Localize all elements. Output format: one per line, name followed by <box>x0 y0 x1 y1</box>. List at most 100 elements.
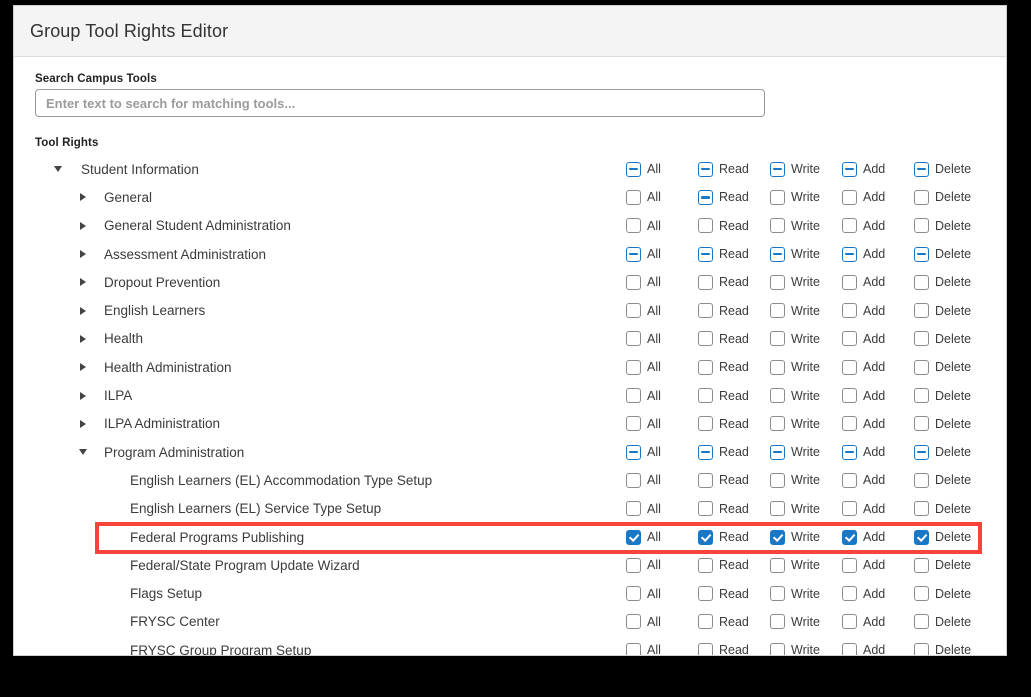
checkbox-write-unchecked[interactable] <box>770 359 785 375</box>
permission-all[interactable]: All <box>626 557 661 573</box>
permission-write[interactable]: Write <box>770 246 820 262</box>
permission-read[interactable]: Read <box>698 218 749 234</box>
permission-read[interactable]: Read <box>698 472 749 488</box>
permission-write[interactable]: Write <box>770 472 820 488</box>
checkbox-write-unchecked[interactable] <box>770 303 785 319</box>
permission-write[interactable]: Write <box>770 388 820 404</box>
checkbox-delete-unchecked[interactable] <box>914 472 929 488</box>
permission-delete[interactable]: Delete <box>914 416 971 432</box>
permission-all[interactable]: All <box>626 359 661 375</box>
permission-all[interactable]: All <box>626 614 661 630</box>
permission-write[interactable]: Write <box>770 614 820 630</box>
permission-read[interactable]: Read <box>698 416 749 432</box>
permission-delete[interactable]: Delete <box>914 331 971 347</box>
checkbox-read-indeterminate[interactable] <box>698 444 713 460</box>
checkbox-read-unchecked[interactable] <box>698 388 713 404</box>
permission-add[interactable]: Add <box>842 501 885 517</box>
caret-right-icon[interactable] <box>76 389 90 403</box>
permission-read[interactable]: Read <box>698 642 749 655</box>
checkbox-add-indeterminate[interactable] <box>842 161 857 177</box>
tool-rights-row[interactable]: Federal Programs Publishing All Read Write A… <box>22 523 1006 551</box>
caret-right-icon[interactable] <box>76 275 90 289</box>
checkbox-write-unchecked[interactable] <box>770 388 785 404</box>
permission-write[interactable]: Write <box>770 444 820 460</box>
caret-right-icon[interactable] <box>76 190 90 204</box>
checkbox-add-indeterminate[interactable] <box>842 444 857 460</box>
permission-add[interactable]: Add <box>842 303 885 319</box>
checkbox-add-unchecked[interactable] <box>842 642 857 655</box>
permission-all[interactable]: All <box>626 303 661 319</box>
tool-rights-row[interactable]: English Learners (EL) Service Type Setup… <box>22 495 1006 523</box>
permission-add[interactable]: Add <box>842 586 885 602</box>
checkbox-write-unchecked[interactable] <box>770 642 785 655</box>
checkbox-delete-indeterminate[interactable] <box>914 444 929 460</box>
checkbox-delete-unchecked[interactable] <box>914 501 929 517</box>
checkbox-all-unchecked[interactable] <box>626 586 641 602</box>
permission-add[interactable]: Add <box>842 388 885 404</box>
checkbox-add-unchecked[interactable] <box>842 557 857 573</box>
tool-rights-row[interactable]: Health All Read Write Add Delete <box>22 325 1006 353</box>
checkbox-add-unchecked[interactable] <box>842 218 857 234</box>
tool-rights-row[interactable]: Flags Setup All Read Write Add Delete <box>22 579 1006 607</box>
permission-read[interactable]: Read <box>698 303 749 319</box>
checkbox-read-unchecked[interactable] <box>698 501 713 517</box>
checkbox-delete-unchecked[interactable] <box>914 586 929 602</box>
permission-delete[interactable]: Delete <box>914 472 971 488</box>
permission-add[interactable]: Add <box>842 416 885 432</box>
checkbox-delete-unchecked[interactable] <box>914 614 929 630</box>
caret-right-icon[interactable] <box>76 360 90 374</box>
checkbox-write-unchecked[interactable] <box>770 189 785 205</box>
caret-right-icon[interactable] <box>76 417 90 431</box>
checkbox-read-unchecked[interactable] <box>698 416 713 432</box>
permission-all[interactable]: All <box>626 501 661 517</box>
permission-all[interactable]: All <box>626 218 661 234</box>
checkbox-write-unchecked[interactable] <box>770 331 785 347</box>
checkbox-add-unchecked[interactable] <box>842 189 857 205</box>
checkbox-delete-unchecked[interactable] <box>914 416 929 432</box>
permission-delete[interactable]: Delete <box>914 642 971 655</box>
checkbox-read-unchecked[interactable] <box>698 303 713 319</box>
checkbox-all-unchecked[interactable] <box>626 642 641 655</box>
checkbox-add-indeterminate[interactable] <box>842 246 857 262</box>
permission-read[interactable]: Read <box>698 444 749 460</box>
checkbox-write-unchecked[interactable] <box>770 416 785 432</box>
permission-delete[interactable]: Delete <box>914 189 971 205</box>
tool-rights-row[interactable]: English Learners (EL) Accommodation Type… <box>22 466 1006 494</box>
checkbox-write-unchecked[interactable] <box>770 614 785 630</box>
permission-add[interactable]: Add <box>842 189 885 205</box>
checkbox-add-unchecked[interactable] <box>842 586 857 602</box>
permission-add[interactable]: Add <box>842 331 885 347</box>
permission-delete[interactable]: Delete <box>914 501 971 517</box>
checkbox-write-unchecked[interactable] <box>770 557 785 573</box>
checkbox-delete-unchecked[interactable] <box>914 557 929 573</box>
permission-read[interactable]: Read <box>698 189 749 205</box>
permission-write[interactable]: Write <box>770 189 820 205</box>
checkbox-all-unchecked[interactable] <box>626 472 641 488</box>
checkbox-add-unchecked[interactable] <box>842 331 857 347</box>
checkbox-delete-unchecked[interactable] <box>914 642 929 655</box>
checkbox-read-indeterminate[interactable] <box>698 189 713 205</box>
checkbox-read-unchecked[interactable] <box>698 614 713 630</box>
permission-delete[interactable]: Delete <box>914 557 971 573</box>
checkbox-delete-indeterminate[interactable] <box>914 161 929 177</box>
checkbox-add-unchecked[interactable] <box>842 303 857 319</box>
permission-all[interactable]: All <box>626 642 661 655</box>
checkbox-add-unchecked[interactable] <box>842 274 857 290</box>
permission-delete[interactable]: Delete <box>914 614 971 630</box>
permission-all[interactable]: All <box>626 161 661 177</box>
tool-rights-row[interactable]: General All Read Write Add Delete <box>22 183 1006 211</box>
permission-all[interactable]: All <box>626 444 661 460</box>
tool-rights-row[interactable]: Health Administration All Read Write Add Dele… <box>22 353 1006 381</box>
tool-rights-row[interactable]: English Learners All Read Write Add Delete <box>22 296 1006 324</box>
permission-delete[interactable]: Delete <box>914 246 971 262</box>
checkbox-delete-unchecked[interactable] <box>914 303 929 319</box>
permission-delete[interactable]: Delete <box>914 161 971 177</box>
caret-right-icon[interactable] <box>76 304 90 318</box>
checkbox-read-unchecked[interactable] <box>698 642 713 655</box>
caret-down-icon[interactable] <box>51 162 65 176</box>
checkbox-all-unchecked[interactable] <box>626 557 641 573</box>
tool-rights-row[interactable]: ILPA All Read Write Add Delete <box>22 381 1006 409</box>
tool-rights-row[interactable]: General Student Administration All Read Wri… <box>22 212 1006 240</box>
checkbox-write-unchecked[interactable] <box>770 586 785 602</box>
checkbox-read-unchecked[interactable] <box>698 331 713 347</box>
